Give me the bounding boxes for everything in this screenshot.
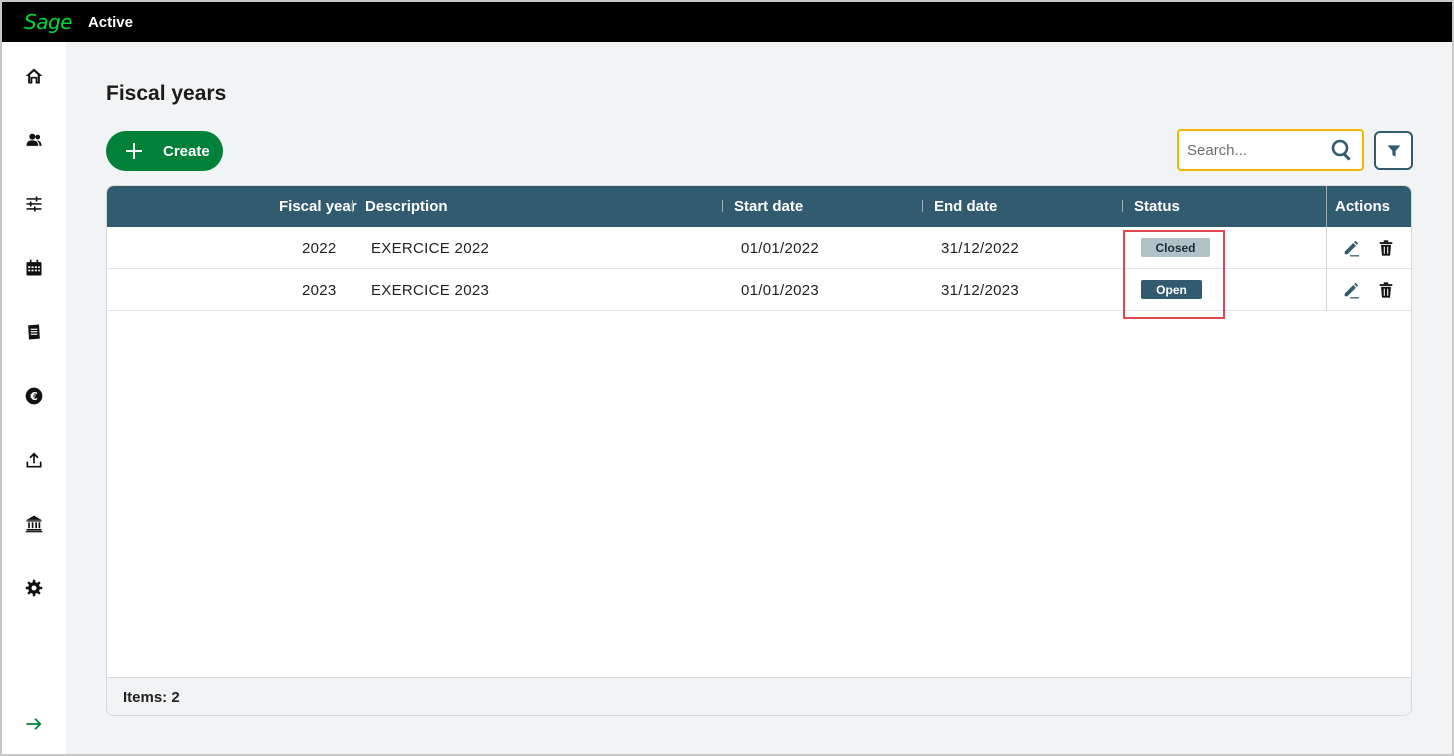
cell-end-date: 31/12/2023 (941, 282, 1020, 299)
filter-icon (1387, 144, 1400, 157)
filter-button[interactable] (1374, 131, 1413, 170)
svg-text:€: € (29, 390, 38, 403)
actions-divider (1326, 227, 1327, 269)
actions-divider (1326, 269, 1327, 311)
edit-icon[interactable] (1342, 239, 1360, 257)
create-button-label: Create (163, 142, 210, 160)
column-header-start-date[interactable]: Start date (734, 198, 803, 215)
fiscal-years-table: Fiscal year Description Start date End d… (106, 185, 1412, 716)
column-header-description[interactable]: Description (365, 198, 448, 215)
sliders-icon[interactable] (22, 192, 46, 216)
page-title: Fiscal years (106, 82, 227, 105)
app-name: Active (87, 13, 133, 31)
cell-start-date: 01/01/2022 (741, 240, 820, 257)
table-footer: Items: 2 (107, 677, 1411, 715)
plus-icon (126, 143, 142, 159)
cell-fiscal-year: 2023 (302, 282, 337, 299)
sage-logo[interactable]: Sage (24, 10, 72, 34)
column-divider[interactable] (922, 200, 923, 212)
search-icon[interactable] (1330, 138, 1354, 162)
status-highlight-box (1123, 230, 1225, 319)
delete-icon[interactable] (1377, 281, 1395, 299)
sidebar: € (2, 42, 66, 754)
calendar-icon[interactable] (22, 256, 46, 280)
users-icon[interactable] (22, 128, 46, 152)
gear-icon[interactable] (22, 576, 46, 600)
column-header-status[interactable]: Status (1134, 198, 1180, 215)
upload-icon[interactable] (22, 448, 46, 472)
app-window: Sage Active € Fiscal years Create Search… (0, 0, 1454, 756)
arrow-right-icon[interactable] (22, 712, 46, 736)
column-header-end-date[interactable]: End date (934, 198, 997, 215)
euro-icon[interactable]: € (22, 384, 46, 408)
delete-icon[interactable] (1377, 239, 1395, 257)
column-divider[interactable] (352, 200, 353, 212)
main-content: Fiscal years Create Fiscal year Descript… (66, 42, 1452, 754)
home-icon[interactable] (22, 64, 46, 88)
bank-icon[interactable] (22, 512, 46, 536)
cell-description: EXERCICE 2022 (371, 240, 490, 257)
column-header-fiscal-year[interactable]: Fiscal year (279, 198, 357, 215)
cell-fiscal-year: 2022 (302, 240, 337, 257)
cell-start-date: 01/01/2023 (741, 282, 820, 299)
edit-icon[interactable] (1342, 281, 1360, 299)
cell-description: EXERCICE 2023 (371, 282, 490, 299)
items-count: Items: 2 (123, 689, 180, 706)
search-box[interactable] (1177, 129, 1364, 171)
table-header: Fiscal year Description Start date End d… (107, 186, 1411, 227)
column-divider[interactable] (1122, 200, 1123, 212)
column-header-actions: Actions (1335, 198, 1391, 215)
cell-end-date: 31/12/2022 (941, 240, 1020, 257)
search-input[interactable] (1187, 141, 1327, 159)
book-icon[interactable] (22, 320, 46, 344)
column-divider (1326, 186, 1327, 227)
create-button[interactable]: Create (106, 131, 223, 171)
column-divider[interactable] (722, 200, 723, 212)
top-bar: Sage Active (2, 2, 1452, 42)
